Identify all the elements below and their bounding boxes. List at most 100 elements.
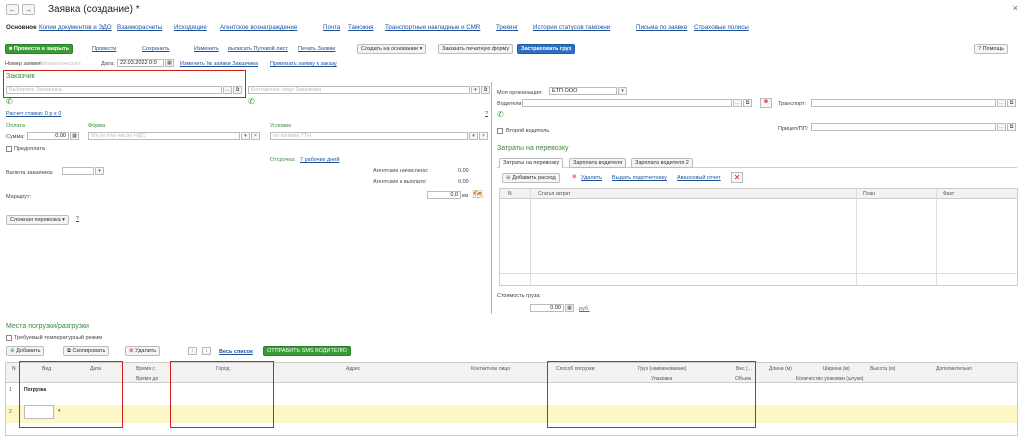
clear-icon[interactable]: ✕ xyxy=(731,172,743,183)
delay-link[interactable]: 7 рабочих дней xyxy=(300,157,339,163)
costs-col-item: Статья затрат xyxy=(538,191,571,197)
cargo-cost-currency[interactable]: руб. xyxy=(579,306,590,312)
trailer-input[interactable] xyxy=(811,123,996,131)
org-dropdown-icon[interactable]: ▾ xyxy=(618,87,627,95)
number-field[interactable]: <Автоматически> xyxy=(36,61,81,67)
order-print-form-button[interactable]: Заказать печатную форму xyxy=(438,44,514,54)
delete-icon[interactable]: ⊗ xyxy=(572,174,577,180)
contact-phone-icon[interactable]: ✆ xyxy=(248,97,255,106)
drivers-select-button[interactable]: … xyxy=(733,99,742,107)
costs-col-n: N xyxy=(508,191,512,197)
calendar-icon[interactable]: ▦ xyxy=(165,59,174,67)
calculator-icon[interactable]: ▦ xyxy=(70,132,79,140)
edit-button[interactable]: Изменить xyxy=(194,46,219,52)
tab-waybills[interactable]: Транспортные накладные и CMR xyxy=(385,24,480,31)
add-expense-button[interactable]: ⊕ Добавить расход xyxy=(502,173,560,183)
delete-point-label: Удалить xyxy=(135,348,157,354)
trailer-open-icon[interactable]: ⧉ xyxy=(1007,123,1016,131)
cargo-cost-calc-icon[interactable]: ▦ xyxy=(565,304,574,312)
trailer-select-button[interactable]: … xyxy=(997,123,1006,131)
sum-input[interactable]: 0.00 xyxy=(27,132,69,140)
tab-costs[interactable]: Затраты на перевозку xyxy=(499,158,564,168)
org-select[interactable]: ЕТП ООО xyxy=(549,87,617,95)
close-icon[interactable]: × xyxy=(1013,3,1018,13)
map-icon[interactable]: 🗺 xyxy=(472,189,483,200)
tab-driver-salary-2[interactable]: Зарплата водителя 2 xyxy=(631,158,693,168)
tab-customs-history[interactable]: История статусов таможни xyxy=(533,24,610,31)
all-list-link[interactable]: Весь список xyxy=(219,349,253,355)
back-button[interactable]: ← xyxy=(6,4,19,15)
tab-docs[interactable]: Копии документов и ЭДО xyxy=(39,24,112,31)
tab-main[interactable]: Основное xyxy=(6,24,37,31)
condition-select[interactable]: по копиям ТТН xyxy=(270,132,468,140)
driver-card-icon[interactable]: ⚉ xyxy=(760,98,772,108)
insure-button[interactable]: Застраховать груз xyxy=(517,44,576,54)
distance-field[interactable]: 0,0 xyxy=(427,191,461,199)
post-and-close-button[interactable]: ■ Провести и закрыть xyxy=(5,44,74,54)
table-row-selected[interactable] xyxy=(6,405,1017,423)
tab-driver-salary[interactable]: Зарплата водителя xyxy=(569,158,627,168)
post-button[interactable]: Провести xyxy=(92,46,116,52)
contact-dropdown-icon[interactable]: ▾ xyxy=(471,86,480,94)
temperature-checkbox[interactable] xyxy=(6,335,12,341)
move-up-icon[interactable]: ↑ xyxy=(188,347,197,355)
drivers-input[interactable] xyxy=(522,99,732,107)
tab-agent-fee[interactable]: Агентское вознаграждение xyxy=(220,24,297,31)
issue-link[interactable]: Выдать подотчетнику xyxy=(612,175,667,181)
forward-button[interactable]: → xyxy=(22,4,35,15)
add-point-button[interactable]: ⊕ Добавить xyxy=(6,346,45,356)
second-driver-checkbox[interactable] xyxy=(497,128,503,134)
currency-dropdown-icon[interactable]: ▾ xyxy=(95,167,104,175)
contact-open-icon[interactable]: ⧉ xyxy=(481,86,490,94)
cargo-cost-input[interactable]: 0.00 xyxy=(530,304,564,312)
tab-settlements[interactable]: Взаиморасчеты xyxy=(117,24,162,31)
customer-open-icon[interactable]: ⧉ xyxy=(233,86,242,94)
costs-table-header xyxy=(500,189,1017,199)
transport-open-icon[interactable]: ⧉ xyxy=(1007,99,1016,107)
waybill-button[interactable]: выписать Путевой лист xyxy=(228,46,288,52)
customer-section-title: Заказчик xyxy=(6,73,35,80)
rate-calc-link[interactable]: Расчет ставки: 0 р x 0 xyxy=(6,111,61,117)
phone-icon[interactable]: ✆ xyxy=(6,97,13,106)
complex-route-label: Сложная перевозка xyxy=(10,217,61,223)
complex-route-button[interactable]: Сложная перевозка ▾ xyxy=(6,215,69,225)
route-help-icon[interactable]: ? xyxy=(76,216,79,222)
save-button[interactable]: Сохранить xyxy=(142,46,169,52)
tab-outgoing[interactable]: Исходящие xyxy=(174,24,207,31)
condition-clear-icon[interactable]: × xyxy=(479,132,488,140)
move-down-icon[interactable]: ↓ xyxy=(202,347,211,355)
create-based-button[interactable]: Создать на основании ▾ xyxy=(357,44,427,54)
date-field[interactable]: 22.03.2022 0:0 xyxy=(117,59,164,67)
help-button[interactable]: ? Помощь xyxy=(974,44,1008,54)
tab-mail[interactable]: Почта xyxy=(323,24,340,31)
driver-phone-icon[interactable]: ✆ xyxy=(497,110,504,119)
tab-customs[interactable]: Таможня xyxy=(348,24,373,31)
print-button[interactable]: Печать Заявки xyxy=(298,46,335,52)
drivers-open-icon[interactable]: ⧉ xyxy=(743,99,752,107)
delete-point-button[interactable]: ⊗ Удалить xyxy=(125,346,161,356)
transport-input[interactable] xyxy=(811,99,996,107)
customer-input[interactable]: Выберите Заказчика xyxy=(6,86,222,94)
send-sms-button[interactable]: ОТПРАВИТЬ SMS ВОДИТЕЛЮ xyxy=(263,346,351,356)
delete-expense-link[interactable]: Удалить xyxy=(581,175,602,181)
contact-placeholder: Контактное лицо Заказчика xyxy=(251,87,322,93)
agent-topay-label: Агентские к выплате: xyxy=(373,179,427,185)
currency-select[interactable] xyxy=(62,167,94,175)
transport-select-button[interactable]: … xyxy=(997,99,1006,107)
condition-dropdown-icon[interactable]: ▾ xyxy=(469,132,478,140)
link-order-link[interactable]: Привязать заявку к заказу xyxy=(270,61,337,67)
customer-select-button[interactable]: … xyxy=(223,86,232,94)
payment-form-dropdown-icon[interactable]: ▾ xyxy=(241,132,250,140)
tab-insurance[interactable]: Страховые полисы xyxy=(694,24,749,31)
payment-form-clear-icon[interactable]: × xyxy=(251,132,260,140)
advance-report-link[interactable]: Авансовый отчет xyxy=(677,175,721,181)
col-divider xyxy=(856,189,857,285)
tab-tracking[interactable]: Трекинг xyxy=(496,24,518,31)
prepay-checkbox[interactable] xyxy=(6,146,12,152)
copy-point-button[interactable]: ⧉ Скопировать xyxy=(63,346,110,356)
rate-help-icon[interactable]: ? xyxy=(485,111,488,117)
tab-letters[interactable]: Письма по заявке xyxy=(636,24,687,31)
payment-form-select[interactable]: б/н (в том числе НДС xyxy=(88,132,240,140)
contact-input[interactable]: Контактное лицо Заказчика xyxy=(248,86,470,94)
change-number-link[interactable]: Изменить № заявки Заказчика xyxy=(180,61,258,67)
